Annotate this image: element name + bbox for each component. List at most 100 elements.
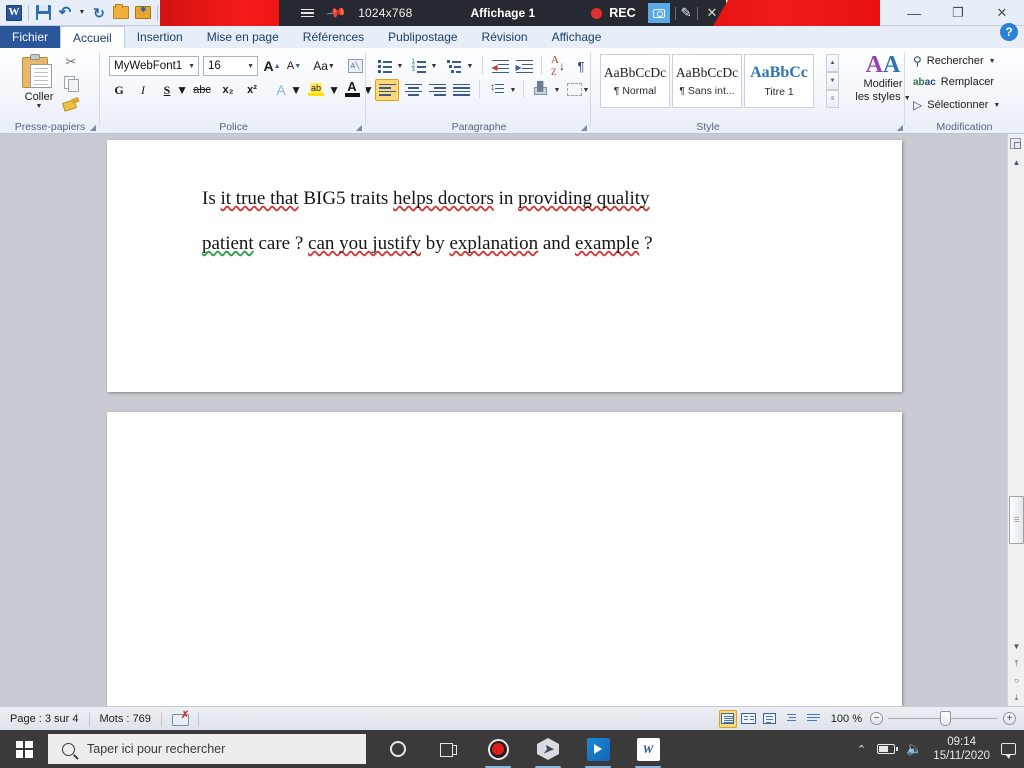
- draft-view-button[interactable]: [803, 710, 821, 728]
- paste-button[interactable]: Coller ▼: [16, 54, 62, 110]
- zoom-thumb[interactable]: [940, 711, 951, 726]
- pen-icon[interactable]: ✎: [681, 5, 692, 21]
- line-spacing-dropdown-icon[interactable]: ▼: [508, 80, 518, 100]
- folder-open-icon[interactable]: [111, 3, 131, 23]
- copy-icon[interactable]: [62, 75, 80, 92]
- text-effects-button[interactable]: A: [271, 80, 291, 100]
- change-case-button[interactable]: Aa ▼: [310, 56, 338, 76]
- full-screen-reading-view-button[interactable]: [740, 710, 758, 728]
- task-view-button[interactable]: [428, 730, 468, 768]
- style-no-spacing[interactable]: AaBbCcDc ¶ Sans int...: [672, 54, 742, 108]
- find-dropdown-icon[interactable]: ▼: [989, 58, 996, 65]
- next-page-button[interactable]: ⤓: [1008, 689, 1024, 706]
- sort-button[interactable]: A Z ↓: [547, 54, 569, 77]
- styles-dialog-launcher[interactable]: ◢: [897, 123, 903, 132]
- multilevel-list-button[interactable]: [443, 56, 465, 76]
- zoom-level[interactable]: 100 %: [831, 713, 862, 725]
- font-color-button[interactable]: A: [341, 79, 363, 99]
- select-dropdown-icon[interactable]: ▼: [993, 102, 1000, 109]
- paste-dropdown-icon[interactable]: ▼: [16, 103, 62, 110]
- undo-icon[interactable]: ↶: [55, 3, 75, 23]
- taskbar-search-input[interactable]: Taper ici pour rechercher: [48, 734, 366, 764]
- font-name-input[interactable]: MyWebFont1 ▼: [109, 56, 199, 76]
- zoom-slider[interactable]: − +: [870, 711, 1016, 726]
- font-size-chevron-down-icon[interactable]: ▼: [247, 63, 254, 70]
- recorder-close-icon[interactable]: ✕: [707, 5, 718, 21]
- styles-scroll-down[interactable]: ▼: [826, 72, 839, 90]
- font-name-chevron-down-icon[interactable]: ▼: [188, 63, 195, 70]
- superscript-button[interactable]: x²: [241, 80, 263, 100]
- tab-affichage[interactable]: Affichage: [540, 26, 614, 48]
- tab-insertion[interactable]: Insertion: [125, 26, 195, 48]
- numbering-button[interactable]: 123: [409, 56, 429, 76]
- align-right-button[interactable]: [425, 79, 449, 101]
- tab-mise-en-page[interactable]: Mise en page: [195, 26, 291, 48]
- clock[interactable]: 09:14 15/11/2020: [933, 735, 990, 763]
- align-left-button[interactable]: [375, 79, 399, 101]
- strikethrough-button[interactable]: abc: [189, 80, 215, 100]
- scroll-down-button[interactable]: ▼: [1008, 638, 1024, 655]
- document-page-3[interactable]: Is it true that BIG5 traits helps doctor…: [107, 140, 902, 392]
- paragraph-dialog-launcher[interactable]: ◢: [581, 123, 587, 132]
- camera-icon[interactable]: [647, 3, 670, 23]
- format-painter-icon[interactable]: [62, 96, 80, 112]
- styles-more-button[interactable]: ≡: [826, 90, 839, 108]
- zoom-in-button[interactable]: +: [1003, 712, 1016, 725]
- shrink-font-button[interactable]: A ▼: [284, 56, 304, 76]
- action-center-icon[interactable]: [1001, 743, 1016, 759]
- scrollbar-thumb[interactable]: ☰: [1009, 496, 1024, 544]
- help-icon[interactable]: ?: [1000, 23, 1018, 41]
- pin-icon[interactable]: 📌: [325, 2, 347, 24]
- battery-icon[interactable]: [877, 744, 898, 754]
- increase-indent-button[interactable]: ▶: [513, 56, 535, 76]
- cortana-button[interactable]: [378, 730, 418, 768]
- bold-button[interactable]: G: [109, 80, 129, 100]
- select-button[interactable]: ▷ Sélectionner ▼: [913, 98, 1000, 112]
- vertical-scrollbar[interactable]: ▲ ☰ ▼ ⤒ ○ ⤓: [1007, 134, 1024, 706]
- italic-button[interactable]: I: [133, 80, 153, 100]
- highlight-dropdown-icon[interactable]: ▼: [328, 80, 340, 100]
- start-button[interactable]: [0, 730, 48, 768]
- clipboard-dialog-launcher[interactable]: ◢: [90, 123, 96, 132]
- replace-button[interactable]: abac Remplacer: [913, 76, 994, 88]
- save-icon[interactable]: [33, 3, 53, 23]
- hamburger-icon[interactable]: [296, 8, 318, 18]
- numbering-dropdown-icon[interactable]: ▼: [429, 56, 439, 76]
- highlight-button[interactable]: ab: [304, 79, 328, 99]
- media-player-app-button[interactable]: [578, 730, 618, 768]
- select-browse-object-icon[interactable]: [1007, 135, 1023, 151]
- shading-dropdown-icon[interactable]: ▼: [552, 80, 562, 100]
- close-button[interactable]: ✕: [980, 0, 1024, 26]
- multilevel-dropdown-icon[interactable]: ▼: [465, 56, 475, 76]
- shading-button[interactable]: █: [530, 79, 552, 99]
- justify-button[interactable]: [449, 79, 473, 101]
- document-page-4[interactable]: [107, 412, 902, 706]
- word-app-button[interactable]: W: [628, 730, 668, 768]
- font-dialog-launcher[interactable]: ◢: [356, 123, 362, 132]
- word-logo-icon[interactable]: W: [4, 3, 24, 23]
- tab-accueil[interactable]: Accueil: [60, 26, 125, 48]
- minimize-button[interactable]: —: [892, 0, 936, 26]
- previous-page-button[interactable]: ⤒: [1008, 655, 1024, 672]
- bullets-button[interactable]: [375, 56, 395, 76]
- maximize-button[interactable]: ❐: [936, 0, 980, 26]
- undo-dropdown-icon[interactable]: ▼: [77, 3, 87, 23]
- tab-publipostage[interactable]: Publipostage: [376, 26, 469, 48]
- underline-button[interactable]: S: [157, 80, 177, 100]
- grow-font-button[interactable]: A ▲: [262, 56, 282, 76]
- web-layout-view-button[interactable]: [761, 710, 779, 728]
- outline-view-button[interactable]: [782, 710, 800, 728]
- cut-icon[interactable]: ✂: [62, 54, 80, 70]
- document-canvas[interactable]: Is it true that BIG5 traits helps doctor…: [0, 134, 1024, 768]
- subscript-button[interactable]: x₂: [217, 80, 239, 100]
- proofing-errors-icon[interactable]: [162, 710, 198, 728]
- tab-revision[interactable]: Révision: [470, 26, 540, 48]
- clear-formatting-icon[interactable]: A╲: [344, 56, 366, 76]
- document-text[interactable]: Is it true that BIG5 traits helps doctor…: [107, 140, 902, 266]
- styles-scroll-up[interactable]: ▲: [826, 54, 839, 72]
- show-formatting-marks-button[interactable]: ¶: [573, 56, 589, 76]
- page-indicator[interactable]: Page : 3 sur 4: [0, 710, 89, 728]
- tab-references[interactable]: Références: [291, 26, 376, 48]
- style-titre-1[interactable]: AaBbCс Titre 1: [744, 54, 814, 108]
- zoom-track[interactable]: [888, 711, 998, 726]
